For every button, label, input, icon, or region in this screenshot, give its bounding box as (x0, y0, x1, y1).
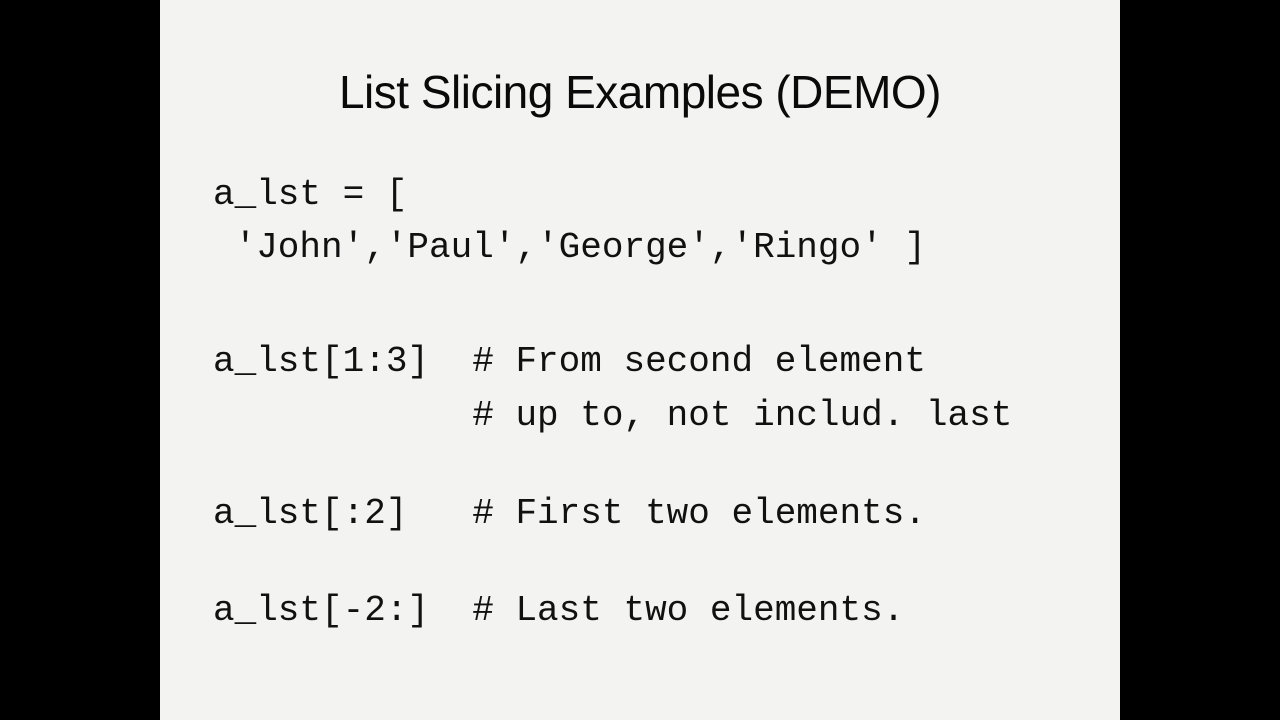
code-comment: # From second element (472, 341, 926, 382)
slice-expression: a_lst[:2] (213, 493, 473, 534)
presentation-slide: List Slicing Examples (DEMO) a_lst = [ '… (160, 0, 1120, 720)
code-line-slice-last-two: a_lst[-2:] # Last two elements. (213, 589, 904, 633)
code-line-slice-1-3: a_lst[1:3] # From second element (213, 340, 926, 384)
code-line-list-assign-start: a_lst = [ (213, 174, 408, 215)
code-comment: # up to, not includ. last (472, 395, 1013, 436)
comment-indent (213, 395, 472, 436)
slice-expression: a_lst[-2:] (213, 590, 473, 631)
code-line-slice-1-3-comment-continued: # up to, not includ. last (213, 394, 1012, 438)
code-comment: # First two elements. (472, 493, 926, 534)
slide-title: List Slicing Examples (DEMO) (338, 66, 942, 118)
code-comment: # Last two elements. (472, 590, 905, 631)
code-line-list-items: 'John','Paul','George','Ringo' ] (213, 227, 926, 268)
code-line-slice-first-two: a_lst[:2] # First two elements. (213, 492, 926, 536)
slice-expression: a_lst[1:3] (213, 341, 473, 382)
video-frame: List Slicing Examples (DEMO) a_lst = [ '… (0, 0, 1280, 720)
